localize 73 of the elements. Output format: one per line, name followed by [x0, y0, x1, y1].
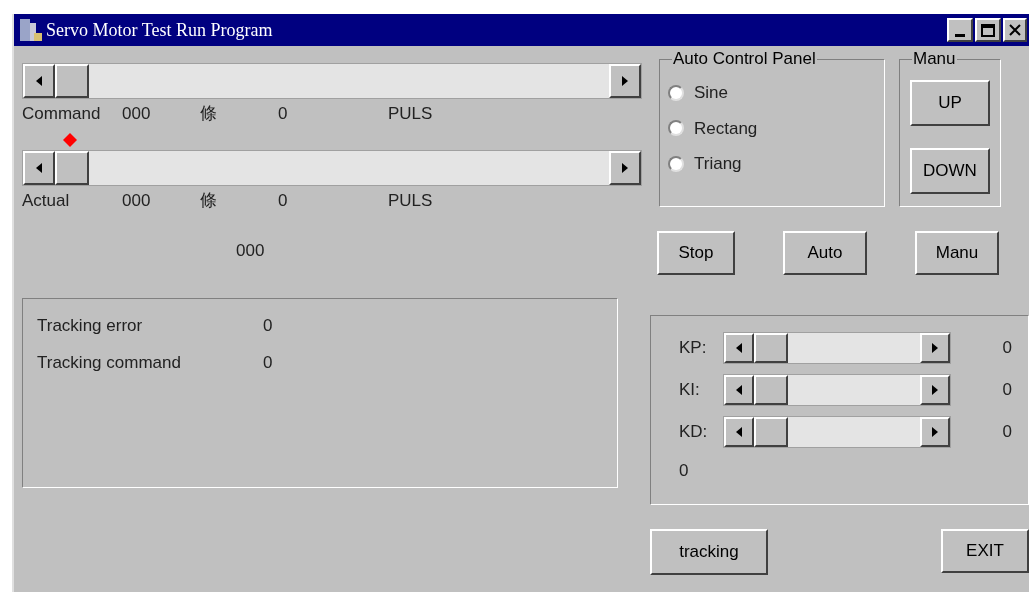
value-text: 000	[122, 190, 152, 213]
scroll-right-button[interactable]	[920, 375, 950, 405]
radio-button[interactable]	[668, 120, 684, 137]
left-arrow-icon	[736, 385, 742, 395]
radio-button[interactable]	[668, 84, 684, 101]
right-arrow-icon	[622, 163, 628, 173]
right-arrow-icon	[932, 343, 938, 353]
close-icon	[1009, 24, 1021, 36]
row-label: Actual	[22, 190, 71, 213]
row-label: Command	[22, 103, 102, 126]
readout-text: 000	[236, 240, 266, 262]
left-arrow-icon	[36, 76, 42, 86]
push-button[interactable]: Manu	[915, 231, 999, 275]
scrollbar[interactable]	[723, 374, 951, 406]
minimize-icon	[955, 34, 965, 37]
push-button[interactable]: DOWN	[910, 148, 990, 194]
scroll-right-button[interactable]	[609, 64, 641, 98]
right-arrow-icon	[932, 385, 938, 395]
minimize-button[interactable]	[947, 18, 973, 42]
push-button[interactable]: Stop	[657, 231, 735, 275]
push-button[interactable]: UP	[910, 80, 990, 126]
scrollbar[interactable]	[22, 63, 642, 99]
left-arrow-icon	[736, 343, 742, 353]
gain-value: 0	[1002, 421, 1012, 444]
gain-value: 0	[1002, 379, 1012, 402]
right-arrow-icon	[622, 76, 628, 86]
count-text: 0	[278, 190, 289, 213]
scroll-right-button[interactable]	[920, 333, 950, 363]
value-text: 000	[122, 103, 152, 126]
left-arrow-icon	[736, 427, 742, 437]
gain-label: KI:	[679, 379, 701, 402]
scrollbar[interactable]	[723, 332, 951, 364]
gain-readout: 0	[679, 460, 690, 482]
window-title: Servo Motor Test Run Program	[46, 18, 274, 42]
radio-button[interactable]	[668, 155, 684, 172]
unit-char: 條	[200, 103, 218, 126]
unit-text: PULS	[388, 190, 433, 213]
slider-thumb[interactable]	[754, 417, 788, 447]
count-text: 0	[278, 103, 289, 126]
scroll-left-button[interactable]	[23, 64, 55, 98]
right-arrow-icon	[932, 427, 938, 437]
push-button[interactable]: EXIT	[941, 529, 1029, 573]
scroll-left-button[interactable]	[724, 417, 754, 447]
tracking-value: 0	[263, 352, 273, 374]
slider-thumb[interactable]	[55, 151, 89, 185]
push-button[interactable]: tracking	[650, 529, 768, 575]
left-arrow-icon	[36, 163, 42, 173]
scroll-right-button[interactable]	[920, 417, 950, 447]
scroll-left-button[interactable]	[23, 151, 55, 185]
tracking-label: Tracking error	[37, 314, 144, 337]
unit-text: PULS	[388, 103, 433, 126]
scrollbar[interactable]	[22, 150, 642, 186]
app-icon	[18, 17, 44, 43]
slider-thumb[interactable]	[55, 64, 89, 98]
scroll-left-button[interactable]	[724, 333, 754, 363]
radio-option[interactable]: Triang	[668, 151, 876, 177]
slider-thumb[interactable]	[754, 375, 788, 405]
radio-option[interactable]: Rectang	[668, 115, 876, 141]
scrollbar[interactable]	[723, 416, 951, 448]
maximize-icon	[981, 23, 995, 37]
tracking-label: Tracking command	[37, 352, 182, 374]
scroll-left-button[interactable]	[724, 375, 754, 405]
gain-value: 0	[1002, 337, 1012, 360]
radio-option[interactable]: Sine	[668, 80, 876, 106]
push-button[interactable]: Auto	[783, 231, 867, 275]
gain-label: KD:	[679, 421, 709, 444]
gain-label: KP:	[679, 337, 708, 360]
close-button[interactable]	[1003, 18, 1027, 42]
slider-thumb[interactable]	[754, 333, 788, 363]
maximize-button[interactable]	[975, 18, 1001, 42]
tracking-value: 0	[263, 314, 273, 337]
scroll-right-button[interactable]	[609, 151, 641, 185]
unit-char: 條	[200, 190, 218, 213]
